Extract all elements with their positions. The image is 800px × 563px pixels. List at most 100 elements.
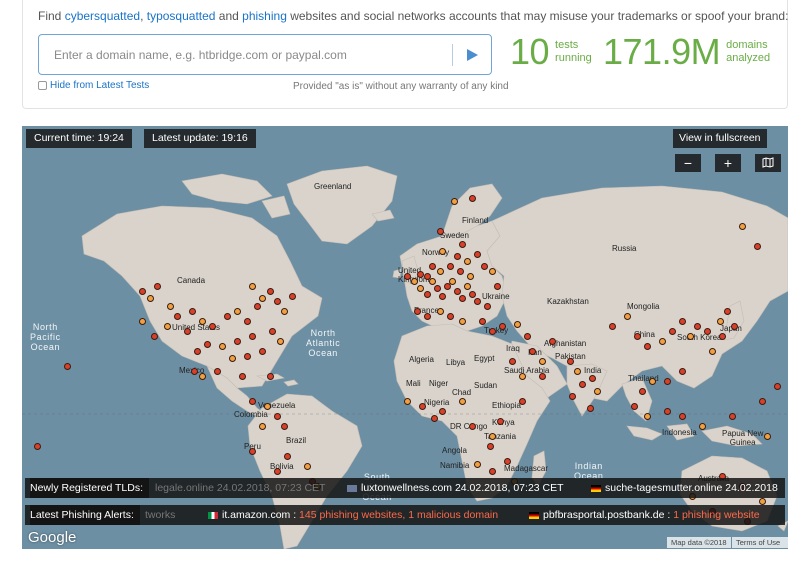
threat-marker[interactable] — [639, 388, 646, 395]
threat-marker[interactable] — [139, 318, 146, 325]
threat-marker[interactable] — [259, 295, 266, 302]
threat-marker[interactable] — [514, 321, 521, 328]
threat-marker[interactable] — [167, 303, 174, 310]
threat-marker[interactable] — [487, 443, 494, 450]
threat-marker[interactable] — [431, 415, 438, 422]
threat-marker[interactable] — [549, 338, 556, 345]
threat-marker[interactable] — [139, 288, 146, 295]
threat-marker[interactable] — [644, 343, 651, 350]
threat-marker[interactable] — [624, 313, 631, 320]
threat-marker[interactable] — [579, 381, 586, 388]
threat-marker[interactable] — [249, 398, 256, 405]
threat-marker[interactable] — [259, 348, 266, 355]
threat-marker[interactable] — [469, 423, 476, 430]
threat-marker[interactable] — [687, 333, 694, 340]
threat-marker[interactable] — [459, 398, 466, 405]
threat-marker[interactable] — [529, 348, 536, 355]
phishing-ticker-item[interactable]: it.amazon.com : 145 phishing websites, 1… — [208, 505, 498, 525]
threat-marker[interactable] — [649, 378, 656, 385]
typosquatted-link[interactable]: typosquatted — [147, 9, 216, 23]
threat-marker[interactable] — [269, 328, 276, 335]
threat-marker[interactable] — [274, 468, 281, 475]
threat-marker[interactable] — [304, 463, 311, 470]
threat-marker[interactable] — [64, 363, 71, 370]
threat-marker[interactable] — [281, 308, 288, 315]
threat-marker[interactable] — [509, 358, 516, 365]
threat-marker[interactable] — [587, 405, 594, 412]
threat-marker[interactable] — [204, 341, 211, 348]
threat-marker[interactable] — [704, 328, 711, 335]
threat-marker[interactable] — [434, 285, 441, 292]
threat-marker[interactable] — [164, 323, 171, 330]
threat-marker[interactable] — [429, 278, 436, 285]
phishing-link[interactable]: phishing — [242, 9, 287, 23]
threat-marker[interactable] — [439, 293, 446, 300]
threat-marker[interactable] — [404, 398, 411, 405]
threat-marker[interactable] — [199, 318, 206, 325]
search-submit-button[interactable] — [457, 40, 489, 70]
threat-marker[interactable] — [151, 333, 158, 340]
threat-marker[interactable] — [489, 328, 496, 335]
threat-marker[interactable] — [484, 303, 491, 310]
threat-marker[interactable] — [451, 198, 458, 205]
threat-marker[interactable] — [569, 393, 576, 400]
threat-marker[interactable] — [497, 418, 504, 425]
threat-marker[interactable] — [659, 338, 666, 345]
threat-marker[interactable] — [289, 293, 296, 300]
map-layers-button[interactable] — [755, 154, 781, 172]
threat-marker[interactable] — [679, 413, 686, 420]
threat-marker[interactable] — [447, 263, 454, 270]
threat-marker[interactable] — [489, 433, 496, 440]
threat-marker[interactable] — [481, 263, 488, 270]
threat-marker[interactable] — [634, 333, 641, 340]
threat-marker[interactable] — [249, 333, 256, 340]
threat-marker[interactable] — [189, 308, 196, 315]
tld-ticker-item[interactable]: legale.online 24.02.2018, 07:23 CET — [155, 478, 325, 498]
threat-marker[interactable] — [417, 285, 424, 292]
threat-marker[interactable] — [249, 283, 256, 290]
cybersquatted-link[interactable]: cybersquatted — [65, 9, 140, 23]
threat-marker[interactable] — [694, 323, 701, 330]
threat-marker[interactable] — [437, 228, 444, 235]
checkbox-box[interactable] — [38, 81, 47, 90]
threat-marker[interactable] — [574, 368, 581, 375]
threat-marker[interactable] — [404, 273, 411, 280]
threat-marker[interactable] — [519, 398, 526, 405]
zoom-in-button[interactable]: + — [715, 154, 741, 172]
threat-marker[interactable] — [411, 278, 418, 285]
threat-marker[interactable] — [474, 461, 481, 468]
threat-marker[interactable] — [539, 358, 546, 365]
threat-marker[interactable] — [469, 291, 476, 298]
threat-marker[interactable] — [489, 468, 496, 475]
threat-marker[interactable] — [34, 443, 41, 450]
threat-marker[interactable] — [239, 373, 246, 380]
threat-marker[interactable] — [274, 413, 281, 420]
threat-marker[interactable] — [417, 271, 424, 278]
tld-ticker-item[interactable]: suche-tagesmutter.online 24.02.2018 — [591, 478, 778, 498]
threat-marker[interactable] — [281, 423, 288, 430]
threat-marker[interactable] — [609, 323, 616, 330]
threat-marker[interactable] — [567, 358, 574, 365]
threat-marker[interactable] — [467, 273, 474, 280]
threat-marker[interactable] — [429, 263, 436, 270]
threat-marker[interactable] — [277, 338, 284, 345]
threat-marker[interactable] — [174, 313, 181, 320]
threat-marker[interactable] — [424, 313, 431, 320]
threat-marker[interactable] — [709, 348, 716, 355]
threat-marker[interactable] — [479, 318, 486, 325]
threat-marker[interactable] — [244, 318, 251, 325]
threat-marker[interactable] — [454, 288, 461, 295]
tld-ticker-item[interactable]: luxtonwellness.com 24.02.2018, 07:23 CET — [347, 478, 564, 498]
threat-marker[interactable] — [539, 373, 546, 380]
threat-marker[interactable] — [254, 303, 261, 310]
threat-marker[interactable] — [199, 373, 206, 380]
threat-marker[interactable] — [679, 318, 686, 325]
threat-marker[interactable] — [284, 453, 291, 460]
zoom-out-button[interactable]: − — [675, 154, 701, 172]
threat-marker[interactable] — [524, 333, 531, 340]
threat-marker[interactable] — [449, 278, 456, 285]
hide-from-latest-checkbox[interactable]: Hide from Latest Tests — [38, 80, 149, 91]
threat-marker[interactable] — [464, 283, 471, 290]
threat-marker[interactable] — [759, 498, 766, 505]
threat-marker[interactable] — [219, 343, 226, 350]
